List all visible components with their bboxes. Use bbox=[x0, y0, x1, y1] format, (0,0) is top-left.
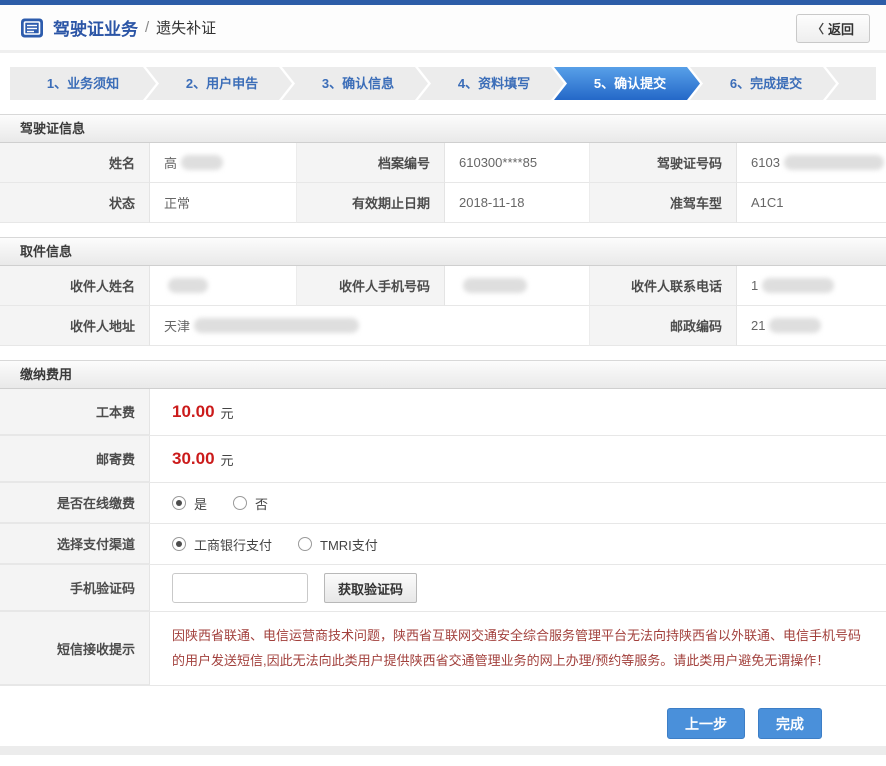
file-number-label: 档案编号 bbox=[297, 143, 445, 183]
recipient-phone-label: 收件人联系电话 bbox=[590, 266, 737, 306]
sms-notice-text: 因陕西省联通、电信运营商技术问题，陕西省互联网交通安全综合服务管理平台无法向持陕… bbox=[150, 612, 886, 685]
radio-online-no[interactable]: 否 bbox=[233, 494, 268, 513]
recipient-name-label: 收件人姓名 bbox=[0, 266, 150, 306]
redaction-blob bbox=[181, 155, 223, 170]
step-1-business-notice[interactable]: 1、业务须知 bbox=[10, 67, 156, 100]
recipient-address-label: 收件人地址 bbox=[0, 306, 150, 346]
redaction-blob bbox=[463, 278, 527, 293]
page-bottom-strip bbox=[0, 746, 886, 755]
finish-button[interactable]: 完成 bbox=[758, 708, 822, 739]
recipient-address-value: 天津 bbox=[150, 306, 590, 346]
fee-unit: 元 bbox=[221, 403, 234, 422]
expiry-date-label: 有效期止日期 bbox=[297, 183, 445, 223]
status-value: 正常 bbox=[150, 183, 297, 223]
recipient-name-value bbox=[150, 266, 297, 306]
online-payment-label: 是否在线缴费 bbox=[0, 483, 150, 523]
name-label: 姓名 bbox=[0, 143, 150, 183]
license-section-title: 驾驶证信息 bbox=[0, 114, 886, 143]
redaction-blob bbox=[784, 155, 884, 170]
redaction-blob bbox=[769, 318, 821, 333]
postage-amount: 30.00 bbox=[172, 449, 215, 469]
file-number-value: 610300****85 bbox=[445, 143, 590, 183]
radio-online-yes[interactable]: 是 bbox=[172, 494, 207, 513]
radio-channel-tmri[interactable]: TMRI支付 bbox=[298, 535, 378, 554]
recipient-phone-value: 1 bbox=[737, 266, 886, 306]
online-payment-options: 是 否 bbox=[150, 483, 886, 523]
redaction-blob bbox=[194, 318, 359, 333]
status-label: 状态 bbox=[0, 183, 150, 223]
page-title: 驾驶证业务 bbox=[53, 15, 138, 40]
vehicle-class-label: 准驾车型 bbox=[590, 183, 737, 223]
license-number-value: 6103 bbox=[737, 143, 886, 183]
step-6-complete-submit[interactable]: 6、完成提交 bbox=[690, 67, 836, 100]
pickup-section-title: 取件信息 bbox=[0, 237, 886, 266]
footer-actions: 上一步 完成 bbox=[0, 708, 822, 739]
production-fee-row: 工本费 10.00 元 bbox=[0, 389, 886, 436]
back-chevron-icon: 〈 bbox=[812, 20, 824, 37]
postage-unit: 元 bbox=[221, 450, 234, 469]
sms-notice-label: 短信接收提示 bbox=[0, 612, 150, 685]
postage-fee-row: 邮寄费 30.00 元 bbox=[0, 436, 886, 483]
payment-channel-options: 工商银行支付 TMRI支付 bbox=[150, 524, 886, 564]
payment-channel-label: 选择支付渠道 bbox=[0, 524, 150, 564]
radio-unselected-icon bbox=[298, 537, 312, 551]
pickup-info-section: 取件信息 收件人姓名 收件人手机号码 收件人联系电话 1 收件人地址 天津 邮政… bbox=[0, 237, 886, 346]
name-value: 高 bbox=[150, 143, 297, 183]
radio-unselected-icon bbox=[233, 496, 247, 510]
postage-fee-value: 30.00 元 bbox=[150, 436, 886, 482]
redaction-blob bbox=[762, 278, 834, 293]
radio-channel-icbc[interactable]: 工商银行支付 bbox=[172, 535, 272, 554]
vehicle-class-value: A1C1 bbox=[737, 183, 886, 223]
pickup-info-table: 收件人姓名 收件人手机号码 收件人联系电话 1 收件人地址 天津 邮政编码 21 bbox=[0, 266, 886, 346]
expiry-date-value: 2018-11-18 bbox=[445, 183, 590, 223]
sms-code-label: 手机验证码 bbox=[0, 565, 150, 611]
radio-selected-icon bbox=[172, 537, 186, 551]
sms-code-controls: 获取验证码 bbox=[150, 565, 886, 611]
back-button[interactable]: 〈 返回 bbox=[796, 14, 870, 43]
postal-code-label: 邮政编码 bbox=[590, 306, 737, 346]
previous-step-button[interactable]: 上一步 bbox=[667, 708, 745, 739]
breadcrumb-separator: / bbox=[145, 19, 149, 36]
payment-section-title: 缴纳费用 bbox=[0, 360, 886, 389]
step-2-user-declaration[interactable]: 2、用户申告 bbox=[146, 67, 292, 100]
page-header: 驾驶证业务 / 遗失补证 〈 返回 bbox=[0, 5, 886, 53]
step-progress-bar: 1、业务须知 2、用户申告 3、确认信息 4、资料填写 5、确认提交 6、完成提… bbox=[10, 67, 876, 100]
recipient-mobile-value bbox=[445, 266, 590, 306]
redaction-blob bbox=[168, 278, 208, 293]
step-5-confirm-submit[interactable]: 5、确认提交 bbox=[554, 67, 700, 100]
fee-amount: 10.00 bbox=[172, 402, 215, 422]
license-list-icon bbox=[20, 16, 44, 40]
license-info-table: 姓名 高 档案编号 610300****85 驾驶证号码 6103 状态 正常 … bbox=[0, 143, 886, 223]
get-sms-code-button[interactable]: 获取验证码 bbox=[324, 573, 417, 603]
production-fee-label: 工本费 bbox=[0, 389, 150, 435]
sms-notice-row: 短信接收提示 因陕西省联通、电信运营商技术问题，陕西省互联网交通安全综合服务管理… bbox=[0, 612, 886, 686]
sms-code-row: 手机验证码 获取验证码 bbox=[0, 565, 886, 612]
breadcrumb-current: 遗失补证 bbox=[156, 17, 216, 38]
radio-selected-icon bbox=[172, 496, 186, 510]
postal-code-value: 21 bbox=[737, 306, 886, 346]
production-fee-value: 10.00 元 bbox=[150, 389, 886, 435]
back-button-label: 返回 bbox=[828, 19, 854, 38]
step-4-fill-materials[interactable]: 4、资料填写 bbox=[418, 67, 564, 100]
recipient-mobile-label: 收件人手机号码 bbox=[297, 266, 445, 306]
license-info-section: 驾驶证信息 姓名 高 档案编号 610300****85 驾驶证号码 6103 … bbox=[0, 114, 886, 223]
online-payment-row: 是否在线缴费 是 否 bbox=[0, 483, 886, 524]
postage-fee-label: 邮寄费 bbox=[0, 436, 150, 482]
payment-section: 缴纳费用 工本费 10.00 元 邮寄费 30.00 元 是否在线缴费 是 否 bbox=[0, 360, 886, 686]
payment-channel-row: 选择支付渠道 工商银行支付 TMRI支付 bbox=[0, 524, 886, 565]
sms-code-input[interactable] bbox=[172, 573, 308, 603]
license-number-label: 驾驶证号码 bbox=[590, 143, 737, 183]
step-3-confirm-info[interactable]: 3、确认信息 bbox=[282, 67, 428, 100]
